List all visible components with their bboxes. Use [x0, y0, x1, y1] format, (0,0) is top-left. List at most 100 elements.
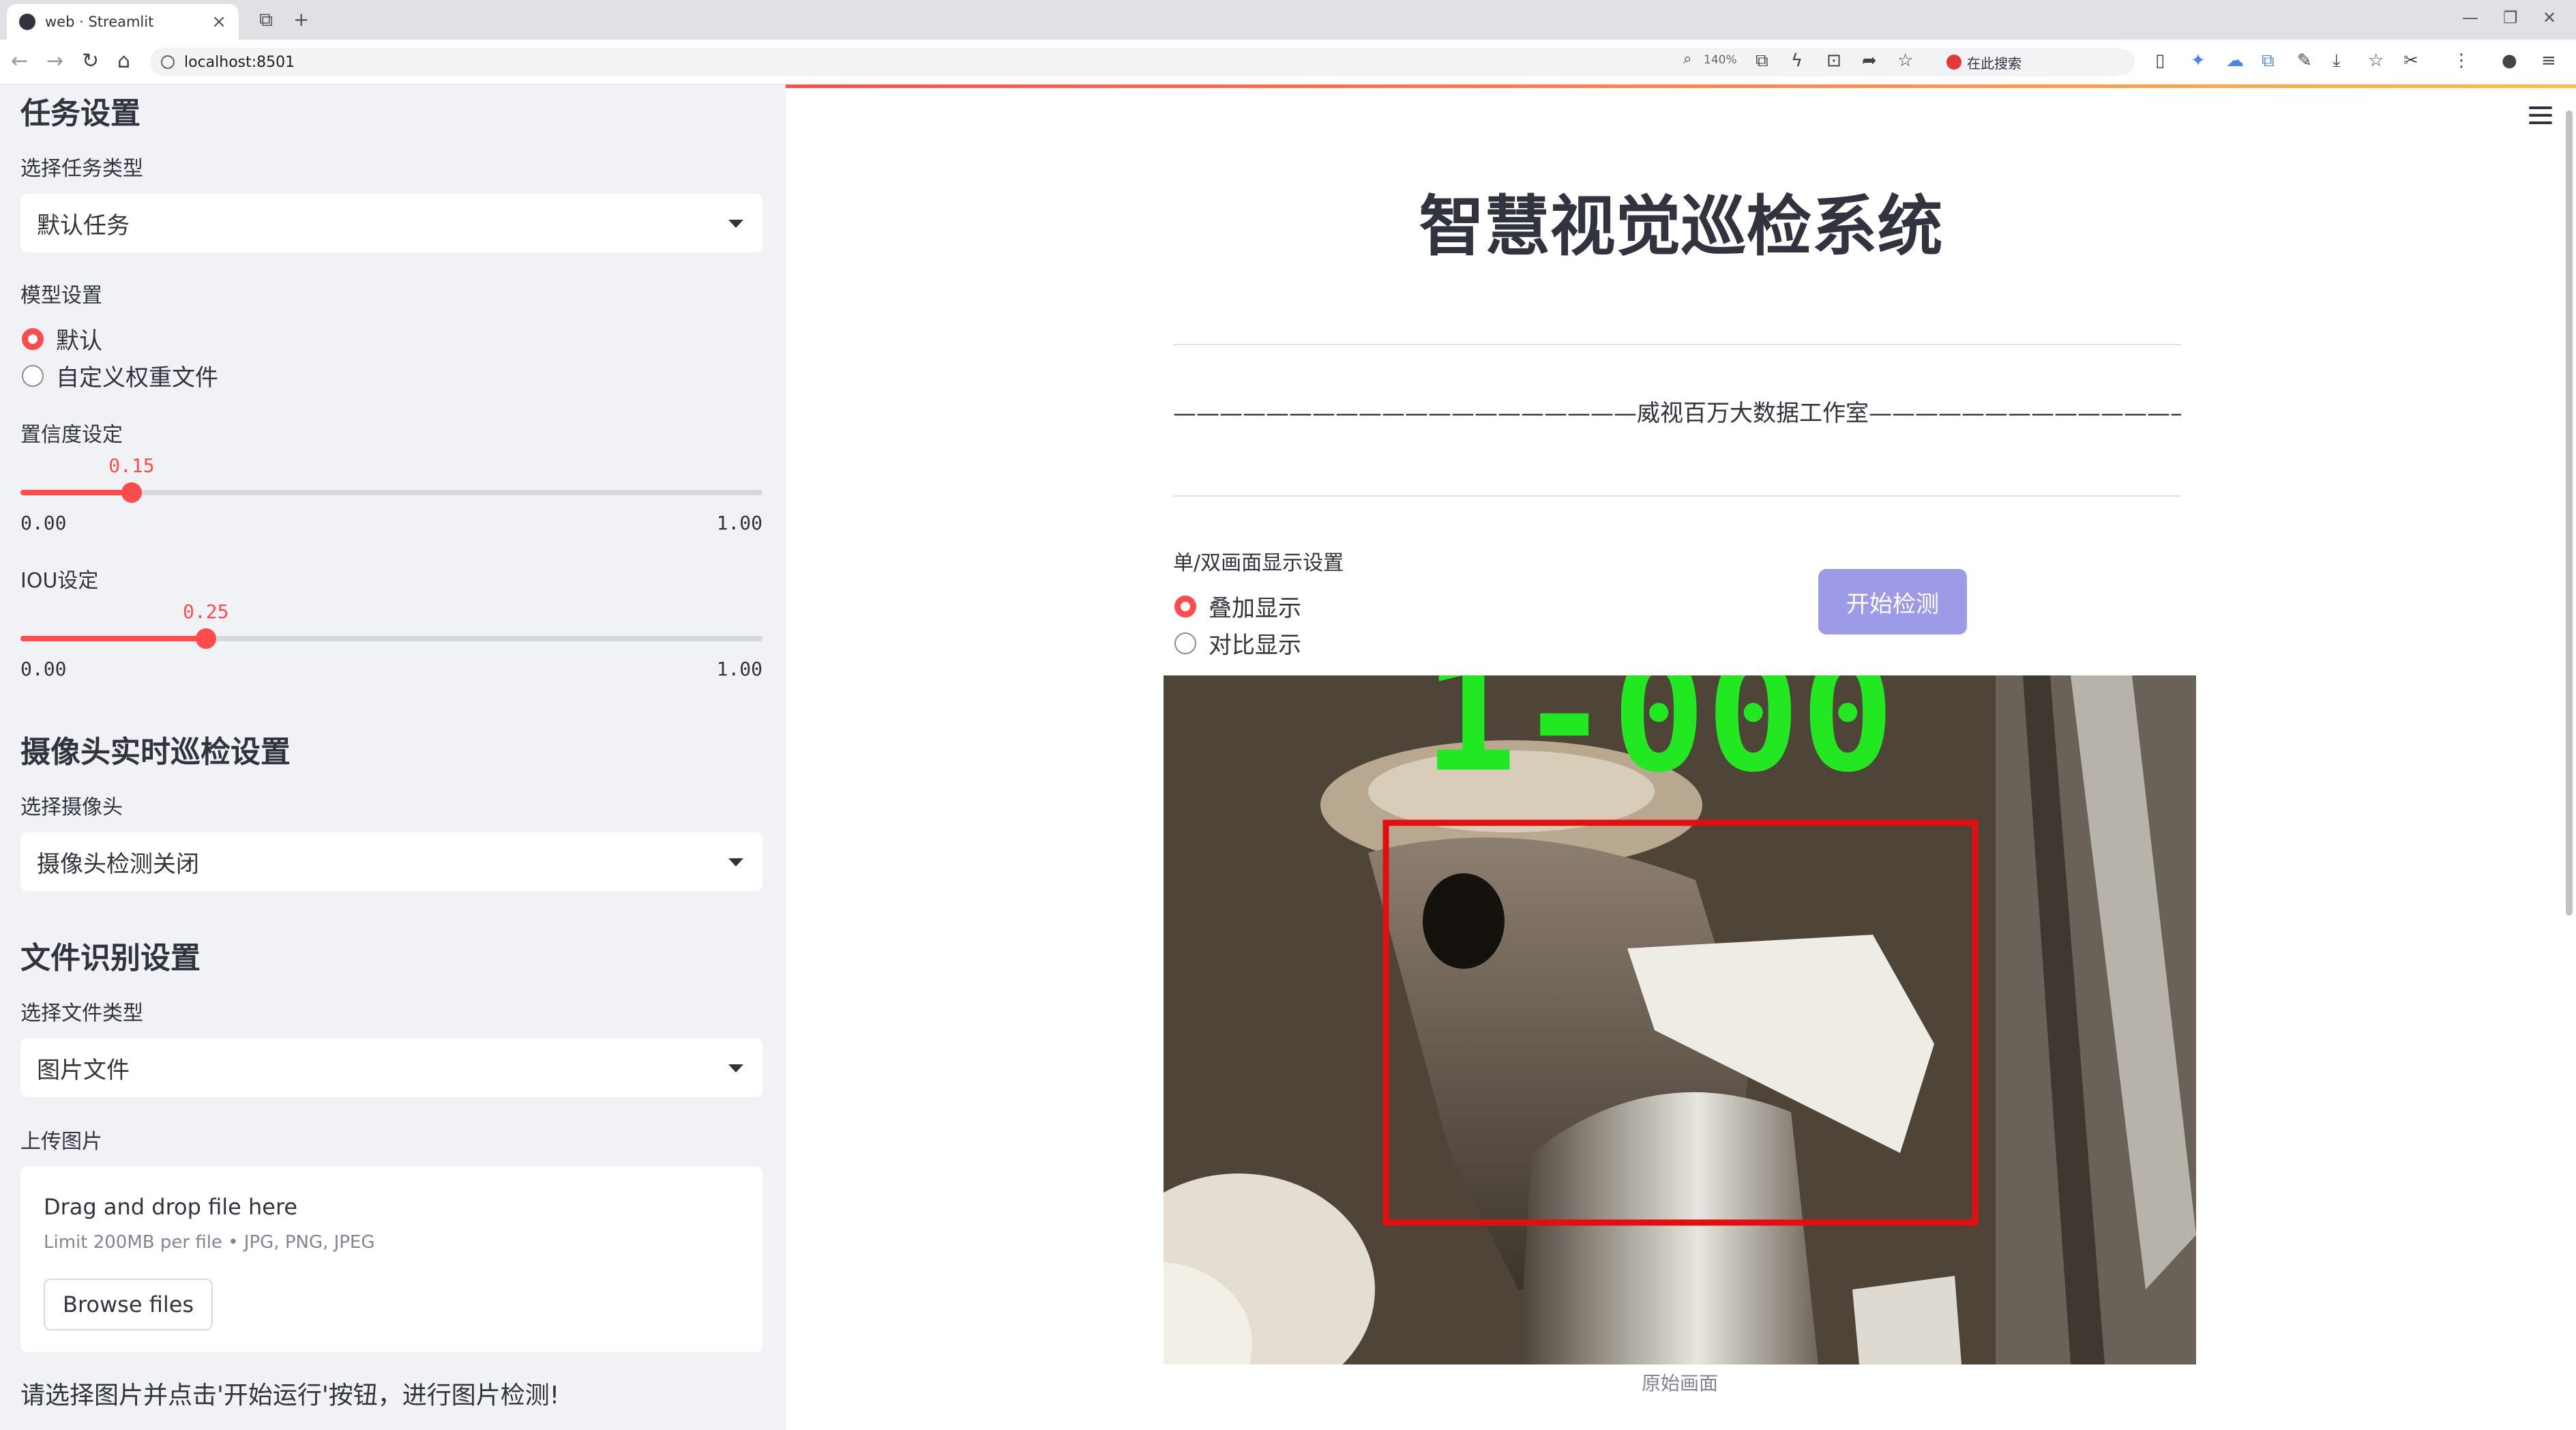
file-settings-heading: 文件识别设置 [20, 941, 201, 976]
confidence-label: 置信度设定 [20, 423, 123, 447]
camera-select-value: 摄像头检测关闭 [37, 850, 199, 878]
divider-top [1173, 344, 2181, 345]
home-icon[interactable]: ⌂ [117, 49, 130, 73]
image-overlay-label: 1-000 [1423, 675, 1895, 807]
iou-min: 0.00 [20, 658, 67, 680]
task-type-value: 默认任务 [37, 211, 130, 239]
iou-label: IOU设定 [20, 569, 99, 593]
iou-slider-fill [20, 636, 206, 641]
zoom-level: 140% [1704, 53, 1737, 67]
confidence-value: 0.15 [108, 454, 155, 477]
chevron-down-icon [728, 858, 743, 866]
pen-icon[interactable]: ✎ [2297, 50, 2312, 71]
file-type-value: 图片文件 [37, 1056, 130, 1084]
bookmark-star-icon[interactable]: ☆ [1897, 50, 1913, 71]
minimize-icon[interactable]: — [2462, 8, 2478, 27]
lightning-icon[interactable]: ϟ [1791, 50, 1803, 71]
chevron-down-icon [728, 1064, 743, 1072]
browser-tab[interactable]: web · Streamlit × [7, 4, 239, 40]
cut-icon[interactable]: ✂ [2403, 50, 2418, 71]
display-mode-label: 单/双画面显示设置 [1173, 551, 1344, 575]
display-option-label: 叠加显示 [1209, 595, 1301, 622]
divider-bottom [1173, 495, 2181, 497]
iou-max: 1.00 [716, 658, 763, 680]
screenshot-icon[interactable]: ⊡ [1826, 50, 1841, 71]
file-type-label: 选择文件类型 [20, 1002, 143, 1025]
studio-banner: ————————————————————威视百万大数据工作室——————————… [1173, 400, 2181, 427]
confidence-min: 0.00 [20, 512, 67, 534]
extension-icon[interactable]: ✦ [2191, 50, 2206, 71]
confidence-max: 1.00 [716, 512, 763, 534]
search-box[interactable]: 在此搜索 [1937, 49, 2135, 75]
browser-menu-icon[interactable]: ≡ [2541, 50, 2556, 71]
tab-title: web · Streamlit [45, 14, 154, 30]
iou-value: 0.25 [183, 600, 229, 623]
browser-tabbar: web · Streamlit × ⧉ + — ❐ ✕ [0, 0, 2576, 40]
radio-unselected-icon[interactable] [1174, 632, 1196, 654]
camera-select-label: 选择摄像头 [20, 796, 123, 819]
confidence-slider[interactable] [20, 482, 763, 503]
site-info-icon[interactable] [161, 55, 175, 69]
top-decoration-bar [786, 85, 2576, 88]
profile-avatar-icon[interactable]: ● [2502, 50, 2517, 71]
search-placeholder: 在此搜索 [1967, 55, 2022, 72]
start-detection-button[interactable]: 开始检测 [1818, 569, 1967, 634]
download-icon[interactable]: ⤓ [2333, 50, 2341, 72]
display-option-compare[interactable]: 对比显示 [1174, 626, 1301, 660]
model-settings-label: 模型设置 [20, 284, 102, 308]
camera-settings-heading: 摄像头实时巡检设置 [20, 735, 291, 770]
iou-slider[interactable] [20, 628, 763, 649]
model-option-label: 默认 [56, 327, 102, 355]
chevron-down-icon [728, 220, 743, 228]
file-uploader-dropzone[interactable]: Drag and drop file here Limit 200MB per … [20, 1167, 763, 1352]
more-menu-icon[interactable]: ⋮ [2453, 50, 2470, 71]
share-icon[interactable]: ➦ [1862, 50, 1877, 71]
hamburger-menu-icon[interactable] [2529, 106, 2552, 124]
bolt-photo-illustration: 1-000 [1164, 675, 2196, 1365]
radio-unselected-icon[interactable] [22, 364, 44, 387]
close-tab-icon[interactable]: × [211, 12, 226, 32]
detection-result-image: 1-000 [1164, 675, 2196, 1365]
camera-select[interactable]: 摄像头检测关闭 [20, 832, 763, 891]
restore-icon[interactable]: ❐ [2503, 8, 2518, 27]
streamlit-favicon-icon [19, 14, 35, 30]
forward-icon[interactable]: → [46, 49, 63, 73]
upload-drag-text: Drag and drop file here [44, 1194, 298, 1220]
sidebar: 任务设置 选择任务类型 默认任务 模型设置 默认 自定义权重文件 置信度设定 0… [0, 85, 786, 1430]
back-icon[interactable]: ← [11, 49, 28, 73]
zoom-icon[interactable]: ⌕ [1683, 50, 1691, 68]
url-text: localhost:8501 [184, 53, 295, 71]
translate-ext-icon[interactable]: ⧉ [2262, 50, 2275, 72]
image-caption: 原始画面 [1641, 1372, 1718, 1395]
close-window-icon[interactable]: ✕ [2543, 8, 2556, 27]
translate-icon[interactable]: ⧉ [1756, 50, 1768, 72]
iou-slider-handle[interactable] [196, 628, 216, 649]
model-option-default[interactable]: 默认 [22, 322, 102, 355]
file-type-select[interactable]: 图片文件 [20, 1038, 763, 1097]
radio-selected-icon[interactable] [1174, 595, 1196, 617]
cloud-icon[interactable]: ☁ [2226, 50, 2244, 71]
main-content: 智慧视觉巡检系统 ————————————————————威视百万大数据工作室—… [786, 85, 2576, 1430]
new-tab-icon[interactable]: + [293, 8, 309, 31]
browser-toolbar: ← → ↻ ⌂ localhost:8501 ⌕ 140% ⧉ ϟ ⊡ ➦ ☆ … [0, 40, 2576, 85]
browse-files-button[interactable]: Browse files [44, 1279, 213, 1330]
upload-limit-text: Limit 200MB per file • JPG, PNG, JPEG [44, 1232, 375, 1253]
upload-instruction-note: 请选择图片并点击'开始运行'按钮，进行图片检测! [20, 1382, 560, 1410]
task-settings-heading: 任务设置 [20, 96, 140, 131]
reload-icon[interactable]: ↻ [82, 49, 99, 73]
radio-selected-icon[interactable] [22, 327, 44, 350]
page-title: 智慧视觉巡检系统 [1419, 188, 1943, 265]
favorites-icon[interactable]: ☆ [2368, 50, 2384, 71]
confidence-slider-handle[interactable] [121, 482, 143, 503]
task-type-select[interactable]: 默认任务 [20, 194, 763, 252]
display-option-label: 对比显示 [1209, 632, 1301, 659]
upload-label: 上传图片 [20, 1130, 102, 1154]
confidence-slider-fill [20, 490, 132, 495]
tab-group-icon[interactable]: ⧉ [259, 8, 273, 31]
task-type-label: 选择任务类型 [20, 157, 143, 181]
display-option-overlay[interactable]: 叠加显示 [1174, 589, 1301, 623]
phone-icon[interactable]: ▯ [2155, 50, 2165, 71]
model-option-custom[interactable]: 自定义权重文件 [22, 359, 218, 392]
search-engine-icon [1946, 55, 1961, 70]
model-option-label: 自定义权重文件 [56, 364, 218, 392]
